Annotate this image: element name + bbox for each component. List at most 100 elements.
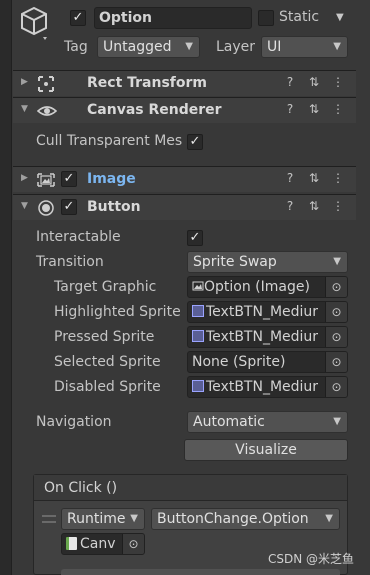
target-graphic-value: Option (Image) [204, 279, 310, 295]
foldout-expanded-icon[interactable]: ▼ [21, 201, 28, 211]
disabled-sprite-value: TextBTN_Mediur [206, 379, 319, 395]
layer-label: Layer [216, 39, 256, 55]
foldout-collapsed-icon[interactable]: ▶ [21, 173, 28, 183]
context-menu-icon[interactable]: ⋮ [326, 171, 350, 185]
navigation-dropdown[interactable]: Automatic ▼ [187, 411, 348, 433]
help-icon[interactable]: ? [278, 102, 302, 116]
help-icon[interactable]: ? [278, 171, 302, 185]
presets-icon[interactable]: ⇅ [302, 199, 326, 213]
image-icon [192, 278, 204, 291]
pressed-sprite-field[interactable]: TextBTN_Mediur ⊙ [187, 326, 348, 348]
runtime-value: Runtime [67, 511, 126, 527]
selected-sprite-field[interactable]: None (Sprite) ⊙ [187, 351, 348, 373]
object-picker-icon[interactable]: ⊙ [325, 352, 347, 372]
pressed-sprite-label: Pressed Sprite [54, 329, 155, 345]
presets-icon[interactable]: ⇅ [302, 102, 326, 116]
chevron-down-icon: ▼ [333, 416, 341, 427]
chevron-down-icon: ▼ [333, 41, 341, 52]
image-title[interactable]: Image [87, 171, 136, 187]
header-icons: ? ⇅ ⋮ [278, 75, 350, 89]
foldout-expanded-icon[interactable]: ▼ [21, 104, 28, 114]
watermark: CSDN @米芝鱼 [267, 552, 354, 566]
selected-sprite-label: Selected Sprite [54, 354, 161, 370]
transition-dropdown[interactable]: Sprite Swap ▼ [187, 251, 348, 273]
visualize-button[interactable]: Visualize [184, 439, 348, 461]
tag-value: Untagged [103, 39, 172, 55]
function-dropdown[interactable]: ButtonChange.Option ▼ [151, 508, 340, 530]
active-checkbox[interactable]: ✓ [70, 10, 86, 26]
target-graphic-field[interactable]: Option (Image) ⊙ [187, 276, 348, 298]
chevron-down-icon: ▼ [333, 256, 341, 267]
rect-transform-icon [37, 75, 55, 93]
chevron-down-icon: ▼ [325, 513, 333, 524]
object-picker-icon[interactable]: ⊙ [122, 534, 144, 554]
navigation-label: Navigation [36, 414, 112, 430]
button-component-icon [37, 199, 55, 217]
header-icons: ? ⇅ ⋮ [278, 102, 350, 116]
sprite-icon [192, 330, 204, 342]
transition-value: Sprite Swap [193, 254, 277, 270]
function-value: ButtonChange.Option [157, 511, 309, 527]
canvas-renderer-title: Canvas Renderer [87, 102, 222, 118]
script-icon [66, 537, 77, 550]
layer-dropdown[interactable]: UI ▼ [261, 36, 348, 58]
onclick-object-value: Canv [80, 536, 116, 552]
highlighted-sprite-field[interactable]: TextBTN_Mediur ⊙ [187, 301, 348, 323]
selected-sprite-value: None (Sprite) [192, 354, 286, 370]
context-menu-icon[interactable]: ⋮ [326, 75, 350, 89]
rect-transform-title: Rect Transform [87, 75, 208, 91]
canvas-renderer-header[interactable]: ▼ Canvas Renderer ? ⇅ ⋮ [13, 97, 356, 123]
tag-label: Tag [64, 39, 88, 55]
onclick-object-field[interactable]: Canv ⊙ [61, 533, 145, 555]
cull-transparent-label: Cull Transparent Mes [36, 133, 183, 149]
target-graphic-label: Target Graphic [54, 279, 157, 295]
chevron-down-icon: ▼ [185, 41, 193, 52]
left-scroll-gutter [0, 0, 12, 575]
help-icon[interactable]: ? [278, 75, 302, 89]
interactable-checkbox[interactable]: ✓ [187, 230, 203, 246]
help-icon[interactable]: ? [278, 199, 302, 213]
header-icons: ? ⇅ ⋮ [278, 171, 350, 185]
object-picker-icon[interactable]: ⊙ [325, 277, 347, 297]
presets-icon[interactable]: ⇅ [302, 75, 326, 89]
disabled-sprite-label: Disabled Sprite [54, 379, 161, 395]
runtime-dropdown[interactable]: Runtime ▼ [61, 508, 145, 530]
navigation-value: Automatic [193, 414, 265, 430]
static-dropdown-icon[interactable]: ▼ [336, 12, 344, 23]
sprite-icon [192, 305, 204, 317]
button-enabled-checkbox[interactable]: ✓ [61, 199, 77, 215]
object-picker-icon[interactable]: ⊙ [325, 302, 347, 322]
tag-dropdown[interactable]: Untagged ▼ [97, 36, 200, 58]
foldout-collapsed-icon[interactable]: ▶ [21, 77, 28, 87]
eye-icon [36, 102, 58, 120]
context-menu-icon[interactable]: ⋮ [326, 102, 350, 116]
onclick-title: On Click () [34, 475, 347, 501]
image-enabled-checkbox[interactable]: ✓ [61, 171, 77, 187]
disabled-sprite-field[interactable]: TextBTN_Mediur ⊙ [187, 376, 348, 398]
gameobject-icon [20, 6, 50, 40]
presets-icon[interactable]: ⇅ [302, 171, 326, 185]
button-title: Button [87, 199, 141, 215]
gameobject-name-input[interactable]: Option [94, 7, 252, 29]
cull-transparent-checkbox[interactable]: ✓ [187, 134, 203, 150]
static-label: Static [279, 9, 320, 25]
pressed-sprite-value: TextBTN_Mediur [206, 329, 319, 345]
layer-value: UI [267, 39, 282, 55]
static-checkbox[interactable] [258, 10, 274, 26]
highlighted-sprite-value: TextBTN_Mediur [206, 304, 319, 320]
image-icon [37, 171, 55, 189]
drag-handle-icon[interactable] [42, 515, 56, 523]
sprite-icon [192, 380, 204, 392]
image-header[interactable]: ▶ ✓ Image ? ⇅ ⋮ [13, 166, 356, 192]
highlighted-sprite-label: Highlighted Sprite [54, 304, 181, 320]
rect-transform-header[interactable]: ▶ Rect Transform ? ⇅ ⋮ [13, 70, 356, 96]
chevron-down-icon: ▼ [130, 513, 138, 524]
object-picker-icon[interactable]: ⊙ [325, 327, 347, 347]
object-picker-icon[interactable]: ⊙ [325, 377, 347, 397]
button-header[interactable]: ▼ ✓ Button ? ⇅ ⋮ [13, 194, 356, 220]
context-menu-icon[interactable]: ⋮ [326, 199, 350, 213]
header-icons: ? ⇅ ⋮ [278, 199, 350, 213]
transition-label: Transition [36, 254, 104, 270]
interactable-label: Interactable [36, 229, 121, 245]
next-entry-partial [61, 569, 340, 575]
